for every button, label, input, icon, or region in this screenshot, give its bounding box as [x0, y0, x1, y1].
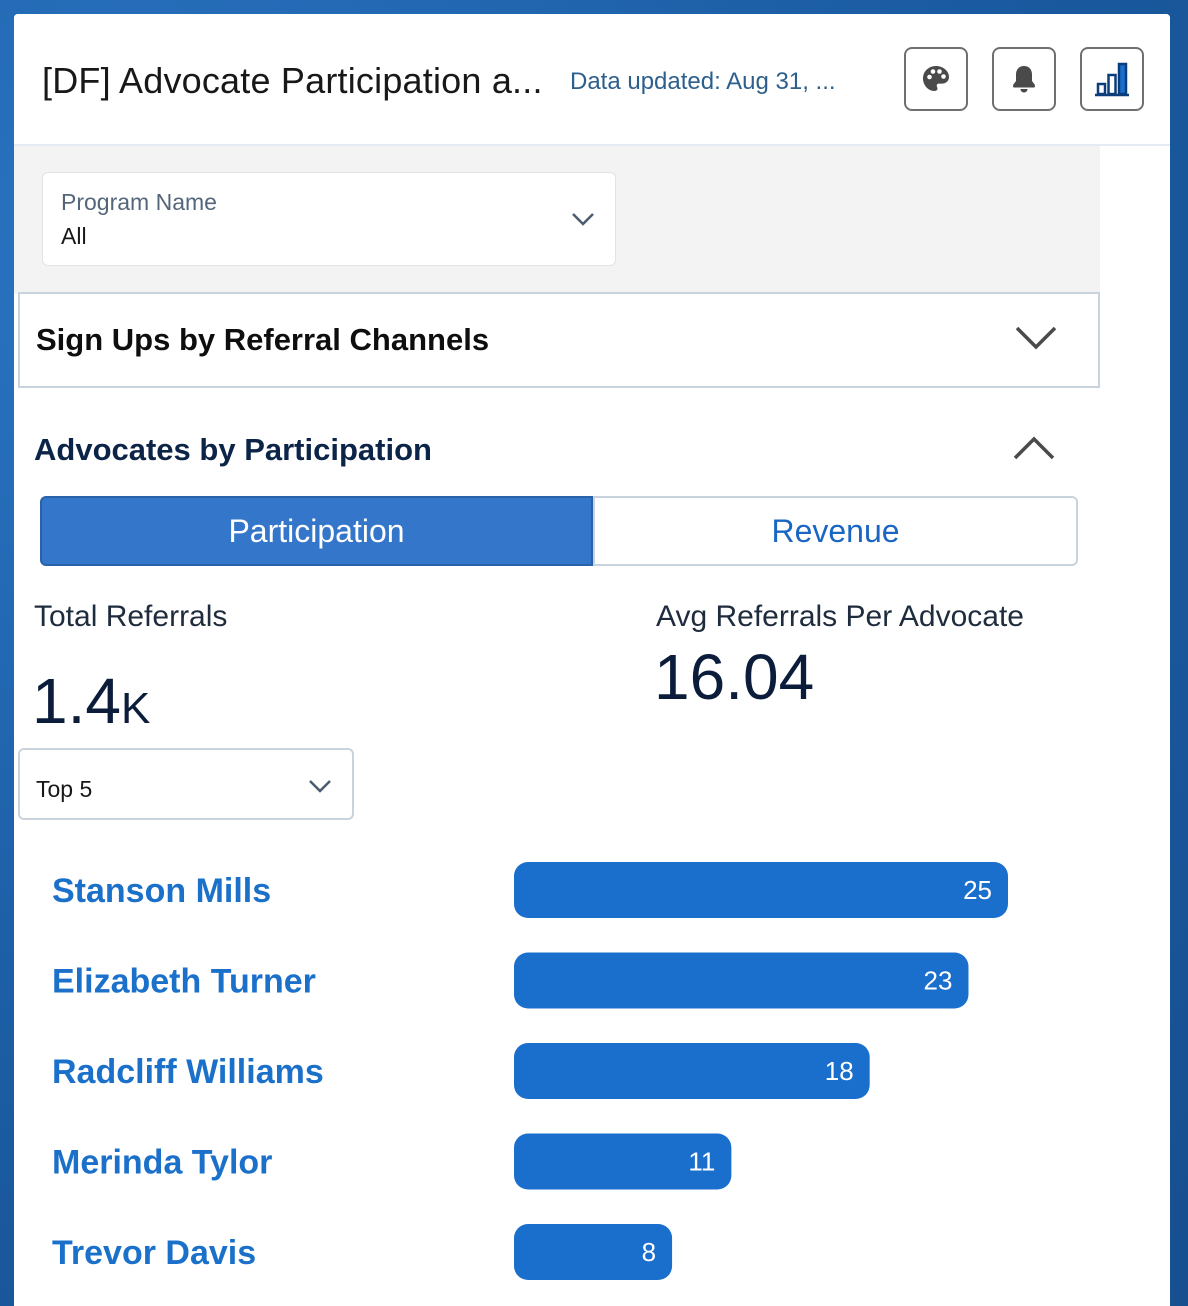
- program-name-filter[interactable]: Program Name All: [42, 172, 616, 266]
- bar[interactable]: [514, 952, 969, 1009]
- top-n-value: Top 5: [36, 776, 93, 802]
- filter-value: All: [61, 223, 87, 249]
- bar-value-label: 23: [924, 966, 953, 996]
- bar-label[interactable]: Trevor Davis: [52, 1234, 256, 1272]
- theme-button[interactable]: [904, 47, 968, 111]
- data-updated-text: Data updated: Aug 31, ...: [570, 68, 836, 95]
- chevron-down-icon: [572, 213, 594, 226]
- signups-section-title: Sign Ups by Referral Channels: [36, 322, 490, 357]
- palette-icon: [923, 66, 949, 91]
- avg-referrals-value: 16.04: [654, 641, 815, 713]
- filter-label: Program Name: [61, 189, 217, 215]
- dashboard-panel: [DF] Advocate Participation a... Data up…: [14, 14, 1170, 1306]
- total-referrals-value: 1.4K: [32, 664, 150, 738]
- advocates-section-title: Advocates by Participation: [34, 432, 432, 467]
- total-referrals-label: Total Referrals: [34, 600, 228, 633]
- tab-revenue[interactable]: Revenue: [593, 496, 1078, 566]
- bell-icon: [1013, 66, 1035, 93]
- avg-referrals-label: Avg Referrals Per Advocate: [656, 600, 1024, 633]
- dashboard-title: [DF] Advocate Participation a...: [42, 60, 543, 101]
- analytics-button[interactable]: [1080, 47, 1144, 111]
- bar-label[interactable]: Merinda Tylor: [52, 1144, 272, 1182]
- bar-label[interactable]: Radcliff Williams: [52, 1053, 324, 1091]
- right-gutter: [1100, 146, 1170, 1306]
- dashboard-content: Program Name All Sign Ups by Referral Ch…: [14, 146, 1100, 1306]
- signups-section-header[interactable]: Sign Ups by Referral Channels: [18, 292, 1100, 388]
- tab-participation[interactable]: Participation: [40, 496, 593, 566]
- bar-value-label: 25: [963, 875, 992, 905]
- bar-value-label: 8: [642, 1237, 656, 1267]
- filter-area: Program Name All: [14, 146, 1100, 294]
- notifications-button[interactable]: [992, 47, 1056, 111]
- bar-label[interactable]: Elizabeth Turner: [52, 963, 316, 1001]
- total-referrals-unit: K: [120, 684, 151, 733]
- chevron-down-icon: [309, 780, 331, 793]
- advocates-bar-chart: Stanson Mills 25 Elizabeth Turner 23 Radclif…: [52, 862, 1008, 1280]
- participation-revenue-tabs: Participation Revenue: [40, 496, 1080, 568]
- bar[interactable]: [514, 862, 1008, 918]
- bar[interactable]: [514, 1043, 870, 1099]
- chevron-up-icon[interactable]: [1012, 434, 1056, 462]
- top-n-select[interactable]: Top 5: [18, 748, 354, 820]
- bar-value-label: 18: [825, 1056, 854, 1086]
- chevron-down-icon[interactable]: [1014, 324, 1058, 352]
- bar-label[interactable]: Stanson Mills: [52, 872, 271, 910]
- bar-chart-icon: [1095, 62, 1129, 97]
- total-referrals-number: 1.4: [32, 665, 121, 737]
- dashboard-header: [DF] Advocate Participation a... Data up…: [14, 14, 1170, 146]
- bar-value-label: 11: [688, 1147, 715, 1177]
